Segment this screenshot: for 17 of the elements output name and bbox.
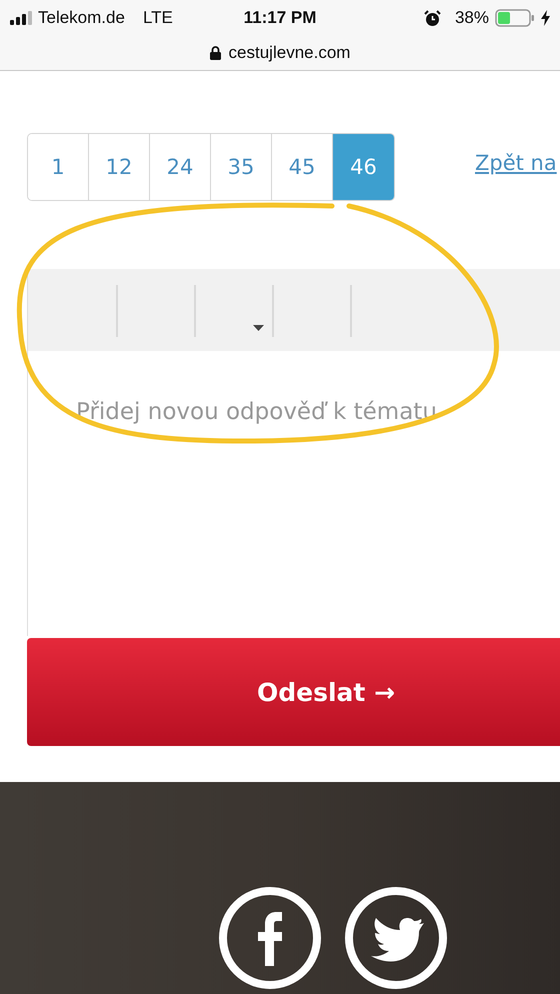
lock-icon <box>210 46 221 60</box>
page-button[interactable]: 1 <box>28 134 89 200</box>
clock-time: 11:17 PM <box>244 8 316 28</box>
charging-bolt-icon <box>540 10 550 26</box>
carrier-name: Telekom.de <box>38 8 125 28</box>
caret-icon[interactable] <box>253 325 264 331</box>
facebook-icon[interactable] <box>218 886 322 990</box>
bird-icon[interactable] <box>344 886 448 990</box>
network-type: LTE <box>142 8 173 28</box>
submit-button[interactable]: Odeslat → <box>27 638 560 746</box>
battery-percentage: 38% <box>454 8 489 28</box>
url-text[interactable]: cestujlevne.com <box>228 43 350 63</box>
alarm-clock-icon <box>424 10 441 26</box>
battery-icon <box>494 9 535 27</box>
back-link[interactable]: Zpět na <box>475 151 557 175</box>
page-button[interactable]: 46 <box>333 134 394 200</box>
signal-icon <box>10 11 32 25</box>
